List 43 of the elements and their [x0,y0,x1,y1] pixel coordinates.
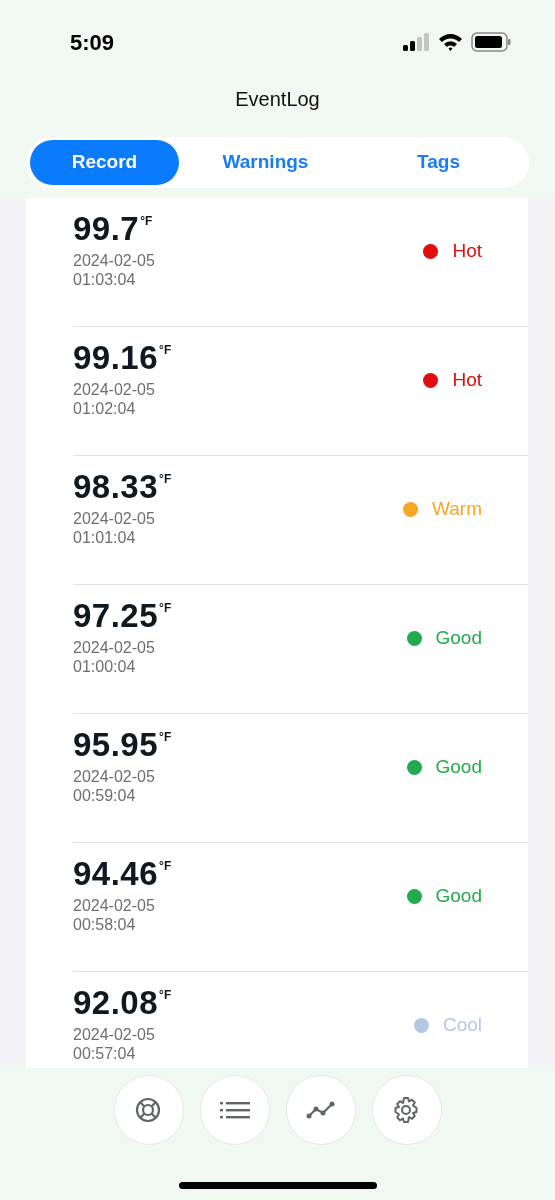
status-label: Hot [452,239,482,263]
screen-title: EventLog [235,87,320,112]
record-time: 01:03:04 [73,270,137,289]
status-label: Good [435,884,482,908]
tab[interactable]: Warnings [179,140,352,185]
record-time: 00:59:04 [73,786,137,805]
status-label: Hot [452,368,482,392]
unit-label: °F [159,472,172,486]
unit-label: °F [159,601,172,615]
temperature-value: 92.08 [73,984,159,1021]
record-time: 00:58:04 [73,915,137,934]
temperature-value: 98.33 [73,468,159,505]
unit-label: °F [159,730,172,744]
status-label: Cool [442,1013,482,1037]
record-time: 01:02:04 [73,399,137,418]
temperature-value: 97.25 [73,597,159,634]
wifi-icon [438,33,463,51]
temperature-value: 99.7 [73,210,140,247]
status-label: Good [435,626,482,650]
temperature-value: 99.16 [73,339,159,376]
unit-label: °F [159,343,172,357]
record-time: 01:00:04 [73,657,137,676]
record-date: 2024-02-05 [73,380,156,399]
status-label: Warm [432,497,482,521]
record-date: 2024-02-05 [73,896,156,915]
signal-icon [403,33,430,51]
unit-label: °F [159,988,172,1002]
record-time: 01:01:04 [73,528,137,547]
status-time: 5:09 [70,28,115,57]
record-date: 2024-02-05 [73,509,156,528]
status-label: Good [435,755,482,779]
record-date: 2024-02-05 [73,638,156,657]
record-date: 2024-02-05 [73,1025,156,1044]
temperature-value: 95.95 [73,726,159,763]
record-date: 2024-02-05 [73,767,156,786]
unit-label: °F [140,214,153,228]
record-date: 2024-02-05 [73,251,156,270]
battery-icon [471,32,511,52]
temperature-value: 94.46 [73,855,159,892]
tab[interactable]: Record [30,140,179,185]
tab[interactable]: Tags [352,140,525,185]
record-time: 00:57:04 [73,1044,137,1063]
unit-label: °F [159,859,172,873]
